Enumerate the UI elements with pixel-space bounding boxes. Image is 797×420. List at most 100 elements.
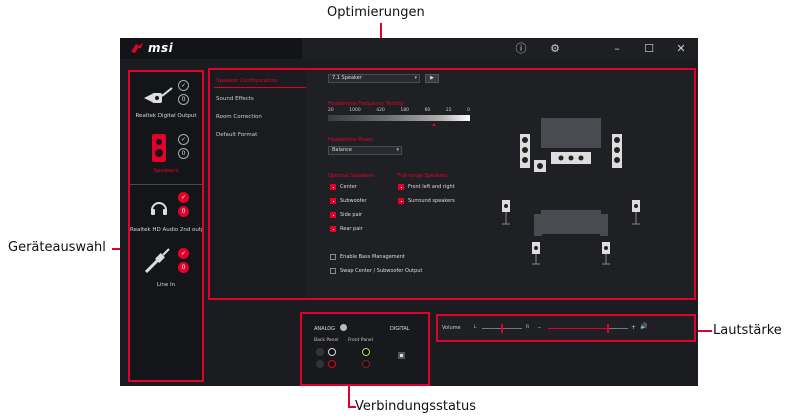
connection-status-panel: ANALOG DIGITAL Back Panel Front Panel xyxy=(300,312,430,386)
freq-label: 1000 xyxy=(349,108,361,113)
freq-label: 20 xyxy=(328,108,334,113)
device-line-in[interactable]: ✓ 0 Line In xyxy=(130,244,202,294)
device-status-info: 0 xyxy=(178,148,189,159)
freq-label: 420 xyxy=(376,108,385,113)
dragon-icon xyxy=(131,43,143,53)
volume-slider-thumb[interactable] xyxy=(607,324,609,333)
checkbox[interactable] xyxy=(330,268,336,274)
nav-active-underline xyxy=(214,87,306,88)
device-label: Line In xyxy=(156,282,176,288)
checkbox[interactable] xyxy=(398,184,404,190)
option-label: Subwoofer xyxy=(340,198,367,204)
option-label: Front left and right xyxy=(408,184,455,190)
back-jack-4 xyxy=(328,360,336,368)
line-in-icon xyxy=(144,248,170,274)
device-selection-panel: ✓ 0 Realtek Digital Output ✓ 0 Speakers … xyxy=(128,70,204,382)
callout-optimierungen: Optimierungen xyxy=(327,5,425,20)
callout-line-verbindungsstatus-h xyxy=(348,406,356,408)
callout-verbindungsstatus: Verbindungsstatus xyxy=(355,399,477,414)
bass-select[interactable]: Balance ▾ xyxy=(328,146,402,155)
digital-output-icon xyxy=(144,87,173,103)
play-test-button[interactable]: ▶ xyxy=(425,74,439,83)
title-bar: msi ⓘ ⚙ – ☐ ✕ xyxy=(120,38,698,59)
fullrange-surround[interactable]: Surround speakers xyxy=(398,198,455,204)
headphones-icon xyxy=(151,202,167,215)
device-headphones[interactable]: ✓ 0 Realtek HD Audio 2nd outpu xyxy=(130,188,202,238)
digital-port-icon xyxy=(398,352,405,359)
analog-label: ANALOG xyxy=(314,326,335,332)
optional-speakers-title: Optional Speakers xyxy=(328,173,374,179)
back-jack-2 xyxy=(328,348,336,356)
audio-app-window: msi ⓘ ⚙ – ☐ ✕ ✓ 0 Realtek Digital Output xyxy=(120,38,698,386)
back-jack-3 xyxy=(316,360,324,368)
checkbox[interactable] xyxy=(330,226,336,232)
optional-subwoofer[interactable]: Subwoofer xyxy=(330,198,367,204)
front-jack-red xyxy=(362,360,370,368)
optimization-panel: Speaker Configuration Sound Effects Room… xyxy=(208,68,696,300)
chevron-down-icon: ▾ xyxy=(396,147,399,153)
device-status-info: 0 xyxy=(178,262,189,273)
checkbox[interactable] xyxy=(330,184,336,190)
volume-minus-label: – xyxy=(538,324,541,331)
volume-track-fill xyxy=(548,328,608,329)
checkbox[interactable] xyxy=(330,254,336,260)
checkbox[interactable] xyxy=(398,198,404,204)
device-digital-output[interactable]: ✓ 0 Realtek Digital Output xyxy=(130,76,202,126)
close-icon[interactable]: ✕ xyxy=(673,41,689,56)
device-status-check: ✓ xyxy=(178,134,189,145)
back-jack-1 xyxy=(316,348,324,356)
nav-room-correction[interactable]: Room Correction xyxy=(216,114,262,120)
speaker-volume-icon[interactable]: 🔊 xyxy=(640,323,647,330)
bass-title: Headphone Power xyxy=(328,137,374,143)
device-label: Speakers xyxy=(153,168,179,174)
swap-center-option[interactable]: Swap Center / Subwoofer Output xyxy=(330,268,422,274)
balance-left-label: L xyxy=(474,325,477,330)
settings-nav: Speaker Configuration Sound Effects Room… xyxy=(210,70,306,298)
front-panel-label: Front Panel xyxy=(348,338,373,343)
volume-label: Volume xyxy=(442,325,461,331)
device-status-info: 0 xyxy=(178,206,189,217)
optional-rear-pair[interactable]: Rear pair xyxy=(330,226,363,232)
analog-indicator-icon xyxy=(340,324,347,331)
device-label: Realtek HD Audio 2nd outpu xyxy=(130,227,202,233)
maximize-icon[interactable]: ☐ xyxy=(641,41,657,56)
freq-label: 60 xyxy=(424,108,431,113)
volume-panel: Volume L R – + 🔊 xyxy=(436,314,696,342)
callout-lautstaerke: Lautstärke xyxy=(713,323,782,338)
nav-sound-effects[interactable]: Sound Effects xyxy=(216,96,254,102)
device-divider xyxy=(130,184,202,185)
callout-line-verbindungsstatus-v xyxy=(348,386,350,408)
checkbox[interactable] xyxy=(330,198,336,204)
frequency-test-title: Headphone Frequency Testing xyxy=(328,101,404,107)
device-speakers[interactable]: ✓ 0 Speakers xyxy=(130,130,202,180)
balance-slider-thumb[interactable] xyxy=(501,324,503,333)
nav-speaker-configuration[interactable]: Speaker Configuration xyxy=(216,78,277,84)
frequency-marker[interactable] xyxy=(432,123,436,126)
bass-management-option[interactable]: Enable Bass Management xyxy=(330,254,405,260)
option-label: Surround speakers xyxy=(408,198,455,204)
back-panel-label: Back Panel xyxy=(314,338,339,343)
msi-logo: msi xyxy=(130,41,173,55)
device-status-info: 0 xyxy=(178,94,189,105)
nav-default-format[interactable]: Default Format xyxy=(216,132,257,138)
speaker-layout-diagram xyxy=(502,118,640,265)
freq-label: 180 xyxy=(400,108,410,113)
option-label: Swap Center / Subwoofer Output xyxy=(340,268,423,274)
option-label: Side pair xyxy=(340,212,363,218)
volume-plus-label: + xyxy=(631,324,637,331)
checkbox[interactable] xyxy=(330,212,336,218)
callout-geraeteauswahl: Geräteauswahl xyxy=(8,240,106,255)
speaker-config-select[interactable]: 7.1 Speaker ▾ xyxy=(328,74,420,83)
balance-right-label: R xyxy=(526,325,530,330)
optional-side-pair[interactable]: Side pair xyxy=(330,212,362,218)
sofa xyxy=(534,210,608,236)
frequency-gradient-bar[interactable] xyxy=(328,115,470,121)
fullrange-speakers-title: Full-range Speakers xyxy=(398,173,448,179)
minimize-icon[interactable]: – xyxy=(609,41,625,56)
front-jack-green xyxy=(362,348,370,356)
option-label: Rear pair xyxy=(340,226,363,232)
optional-center[interactable]: Center xyxy=(330,184,357,190)
info-icon[interactable]: ⓘ xyxy=(513,41,529,56)
fullrange-front[interactable]: Front left and right xyxy=(398,184,455,190)
gear-icon[interactable]: ⚙ xyxy=(547,41,563,56)
